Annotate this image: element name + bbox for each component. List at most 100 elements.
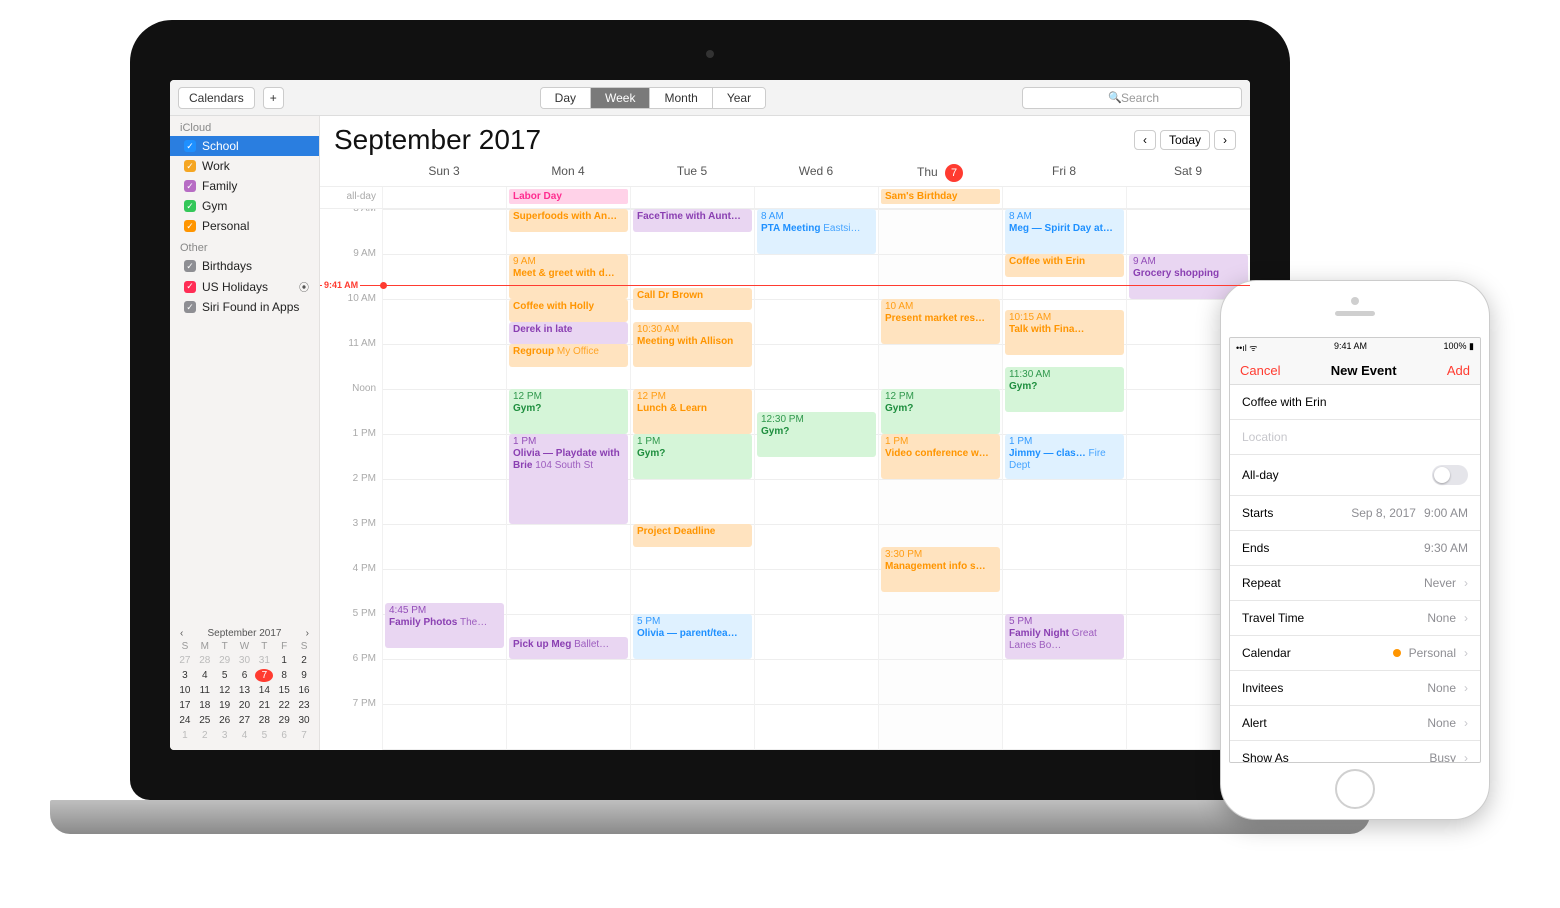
sidebar-item-us-holidays[interactable]: ✓US Holidays⦿ [170, 276, 319, 297]
allday-slot[interactable] [754, 187, 878, 208]
calendar-event[interactable]: Superfoods with An… [509, 209, 628, 232]
day-column[interactable]: Superfoods with An…9 AMMeet & greet with… [506, 209, 630, 750]
mini-day[interactable]: 22 [275, 699, 293, 712]
mini-day[interactable]: 16 [295, 684, 313, 697]
calendar-event[interactable]: 10:30 AMMeeting with Allison [633, 322, 752, 367]
sidebar-item-work[interactable]: ✓Work [170, 156, 319, 176]
day-column[interactable]: 10 AMPresent market res…12 PMGym?1 PMVid… [878, 209, 1002, 750]
allday-slot[interactable] [1002, 187, 1126, 208]
calendar-event[interactable]: 10:15 AMTalk with Fina… [1005, 310, 1124, 355]
mini-day[interactable]: 6 [275, 729, 293, 742]
allday-slot[interactable] [630, 187, 754, 208]
view-tab-year[interactable]: Year [713, 88, 765, 108]
mini-day[interactable]: 3 [216, 729, 234, 742]
showas-row[interactable]: Show As Busy › [1230, 741, 1480, 763]
calendar-event[interactable]: 1 PMOlivia — Playdate with Brie 104 Sout… [509, 434, 628, 524]
sidebar-item-family[interactable]: ✓Family [170, 176, 319, 196]
mini-prev[interactable]: ‹ [180, 628, 183, 639]
view-tab-day[interactable]: Day [541, 88, 591, 108]
calendar-row[interactable]: Calendar Personal › [1230, 636, 1480, 671]
mini-day[interactable]: 10 [176, 684, 194, 697]
allday-toggle[interactable] [1432, 465, 1468, 485]
calendar-event[interactable]: Derek in late [509, 322, 628, 345]
calendar-checkbox[interactable]: ✓ [184, 281, 196, 293]
mini-day[interactable]: 2 [295, 654, 313, 667]
mini-day[interactable]: 4 [236, 729, 254, 742]
calendar-event[interactable]: 1 PMGym? [633, 434, 752, 479]
search-input[interactable]: Search [1022, 87, 1242, 109]
mini-day[interactable]: 1 [176, 729, 194, 742]
mini-day[interactable]: 5 [216, 669, 234, 682]
calendar-checkbox[interactable]: ✓ [184, 160, 196, 172]
mini-day[interactable]: 24 [176, 714, 194, 727]
today-button[interactable]: Today [1160, 130, 1210, 150]
mini-day[interactable]: 7 [295, 729, 313, 742]
calendar-checkbox[interactable]: ✓ [184, 140, 196, 152]
calendar-event[interactable]: 11:30 AMGym? [1005, 367, 1124, 412]
mini-day[interactable]: 23 [295, 699, 313, 712]
calendar-event[interactable]: 10 AMPresent market res… [881, 299, 1000, 344]
invitees-row[interactable]: Invitees None › [1230, 671, 1480, 706]
cancel-button[interactable]: Cancel [1240, 363, 1280, 378]
day-column[interactable]: 8 AMPTA Meeting Eastsi…12:30 PMGym? [754, 209, 878, 750]
mini-day[interactable]: 27 [176, 654, 194, 667]
mini-day[interactable]: 5 [255, 729, 273, 742]
allday-slot[interactable] [382, 187, 506, 208]
day-column[interactable]: 8 AMMeg — Spirit Day at…Coffee with Erin… [1002, 209, 1126, 750]
mini-day[interactable]: 3 [176, 669, 194, 682]
day-column[interactable]: FaceTime with Aunt…Call Dr Brown10:30 AM… [630, 209, 754, 750]
mini-day[interactable]: 28 [196, 654, 214, 667]
travel-row[interactable]: Travel Time None › [1230, 601, 1480, 636]
event-title-input[interactable]: Coffee with Erin [1230, 385, 1480, 420]
mini-day[interactable]: 13 [236, 684, 254, 697]
mini-day[interactable]: 11 [196, 684, 214, 697]
calendar-checkbox[interactable]: ✓ [184, 200, 196, 212]
location-input[interactable]: Location [1230, 420, 1480, 455]
allday-slot[interactable] [1126, 187, 1250, 208]
calendar-checkbox[interactable]: ✓ [184, 301, 196, 313]
mini-day[interactable]: 18 [196, 699, 214, 712]
calendars-button[interactable]: Calendars [178, 87, 255, 109]
mini-day[interactable]: 30 [236, 654, 254, 667]
calendar-checkbox[interactable]: ✓ [184, 220, 196, 232]
sidebar-item-siri-found-in-apps[interactable]: ✓Siri Found in Apps [170, 297, 319, 317]
mini-day[interactable]: 6 [236, 669, 254, 682]
calendar-event[interactable]: 12 PMGym? [881, 389, 1000, 434]
mini-day[interactable]: 25 [196, 714, 214, 727]
add-button[interactable]: Add [1447, 363, 1470, 378]
calendar-event[interactable]: 8 AMPTA Meeting Eastsi… [757, 209, 876, 254]
add-event-button[interactable]: + [263, 87, 284, 109]
calendar-event[interactable]: 5 PMOlivia — parent/tea… [633, 614, 752, 659]
mini-day[interactable]: 9 [295, 669, 313, 682]
allday-row[interactable]: All-day [1230, 455, 1480, 496]
mini-day[interactable]: 27 [236, 714, 254, 727]
calendar-event[interactable]: Coffee with Holly [509, 299, 628, 322]
mini-day[interactable]: 12 [216, 684, 234, 697]
calendar-event[interactable]: 3:30 PMManagement info s… [881, 547, 1000, 592]
mini-day[interactable]: 21 [255, 699, 273, 712]
mini-day[interactable]: 15 [275, 684, 293, 697]
allday-event[interactable]: Labor Day [509, 189, 628, 204]
mini-day[interactable]: 19 [216, 699, 234, 712]
sidebar-item-personal[interactable]: ✓Personal [170, 216, 319, 236]
calendar-checkbox[interactable]: ✓ [184, 180, 196, 192]
sidebar-item-birthdays[interactable]: ✓Birthdays [170, 256, 319, 276]
view-tab-week[interactable]: Week [591, 88, 650, 108]
mini-next[interactable]: › [306, 628, 309, 639]
calendar-event[interactable]: 1 PMJimmy — clas… Fire Dept [1005, 434, 1124, 479]
next-week-button[interactable]: › [1214, 130, 1236, 150]
calendar-checkbox[interactable]: ✓ [184, 260, 196, 272]
mini-day[interactable]: 8 [275, 669, 293, 682]
allday-slot[interactable]: Labor Day [506, 187, 630, 208]
alert-row[interactable]: Alert None › [1230, 706, 1480, 741]
calendar-event[interactable]: Pick up Meg Ballet… [509, 637, 628, 660]
calendar-event[interactable]: Coffee with Erin [1005, 254, 1124, 277]
mini-day[interactable]: 17 [176, 699, 194, 712]
mini-day[interactable]: 28 [255, 714, 273, 727]
home-button[interactable] [1335, 769, 1375, 809]
mini-day[interactable]: 29 [275, 714, 293, 727]
ends-row[interactable]: Ends 9:30 AM [1230, 531, 1480, 566]
calendar-event[interactable]: 5 PMFamily Night Great Lanes Bo… [1005, 614, 1124, 659]
calendar-event[interactable]: 4:45 PMFamily Photos The… [385, 603, 504, 648]
mini-day[interactable]: 30 [295, 714, 313, 727]
